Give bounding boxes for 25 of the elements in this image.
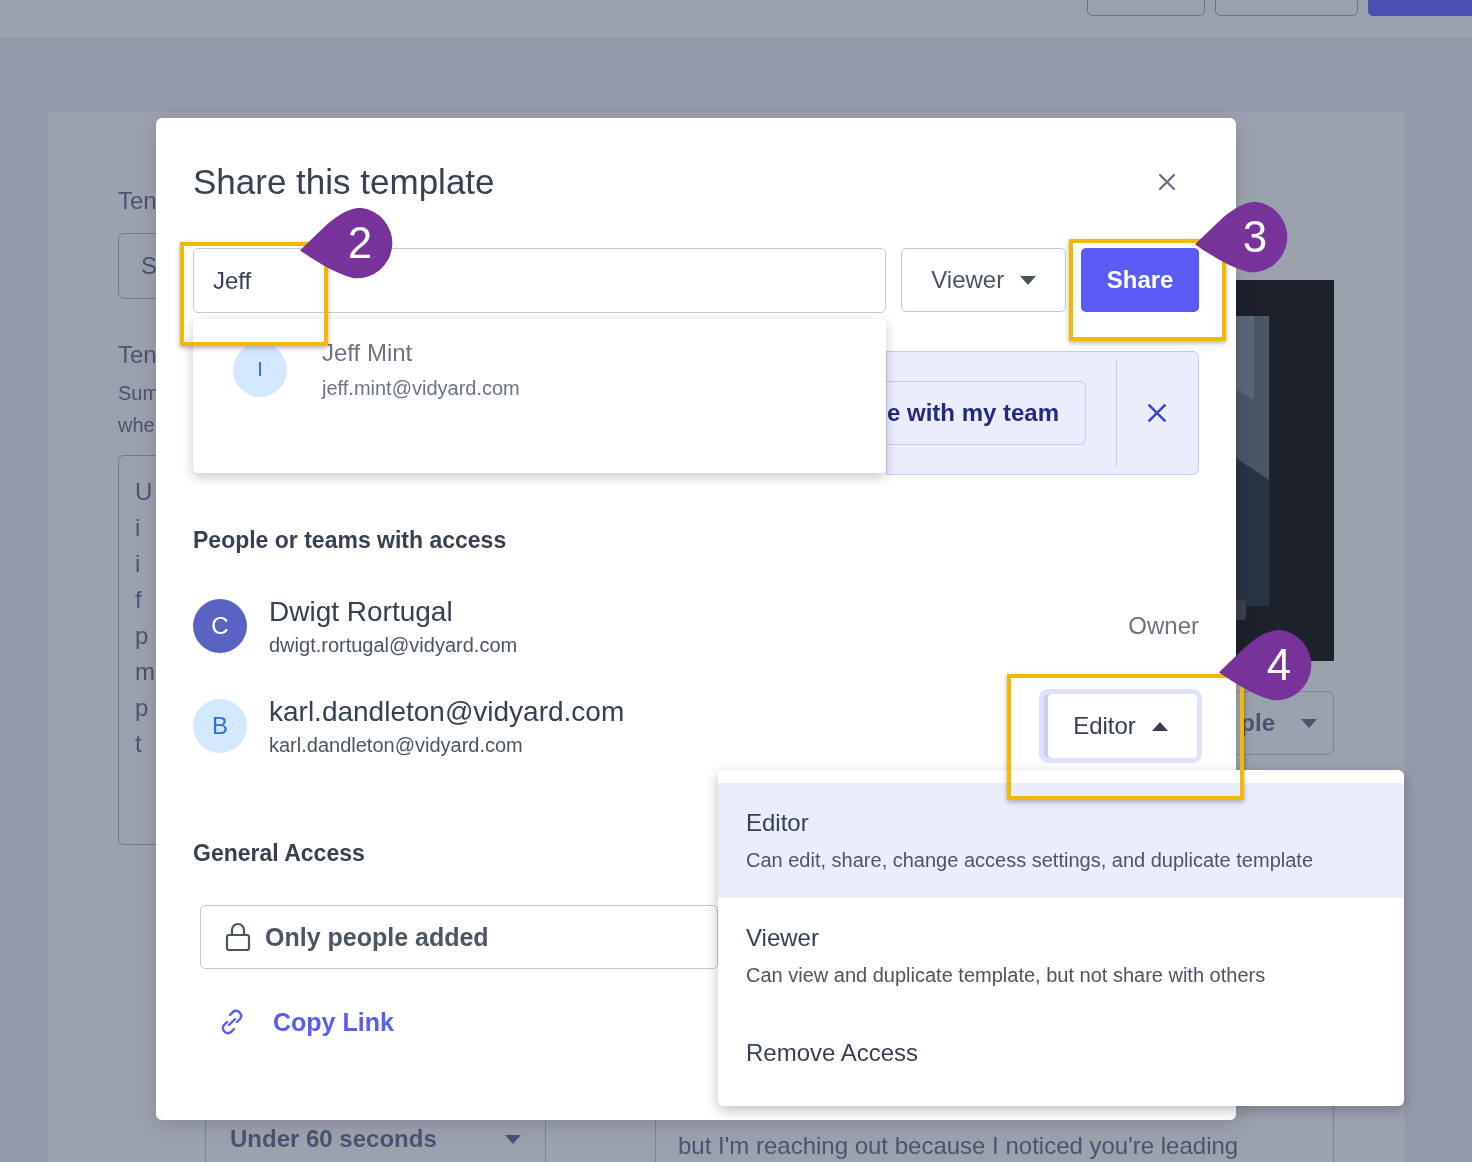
- copy-link-button[interactable]: Copy Link: [217, 1007, 394, 1037]
- dialog-title: Share this template: [193, 162, 495, 202]
- role-dropdown[interactable]: Editor: [1042, 692, 1199, 760]
- avatar: C: [193, 599, 247, 653]
- lock-icon: [225, 922, 251, 952]
- field-label: Ten: [118, 341, 157, 369]
- member-email: dwigt.rortugal@vidyard.com: [269, 633, 518, 657]
- suggestion-item[interactable]: I Jeff Mint jeff.mint@vidyard.com: [193, 319, 886, 420]
- menu-item[interactable]: Remove Access: [718, 1013, 1404, 1098]
- section-heading: General Access: [193, 840, 365, 867]
- member-name: Dwigt Rortugal: [269, 595, 454, 628]
- access-select[interactable]: Only people added: [200, 905, 718, 969]
- role-label: Owner: [1128, 612, 1199, 640]
- section-heading: People or teams with access: [193, 527, 507, 554]
- share-button[interactable]: Share: [1081, 248, 1199, 312]
- help-text: whe: [118, 413, 156, 438]
- menu-item[interactable]: Editor Can edit, share, change access settings, and duplicate template: [718, 783, 1404, 898]
- close-icon[interactable]: [1157, 172, 1177, 192]
- role-dropdown[interactable]: Viewer: [901, 248, 1067, 312]
- member-email: karl.dandleton@vidyard.com: [269, 733, 524, 757]
- field-label: Ten: [118, 187, 157, 215]
- team-share-button[interactable]: e with my team: [887, 381, 1087, 445]
- member-name: karl.dandleton@vidyard.com: [269, 695, 625, 728]
- avatar: B: [193, 699, 247, 753]
- menu-item[interactable]: Viewer Can view and duplicate template, but not share with others: [718, 898, 1404, 1013]
